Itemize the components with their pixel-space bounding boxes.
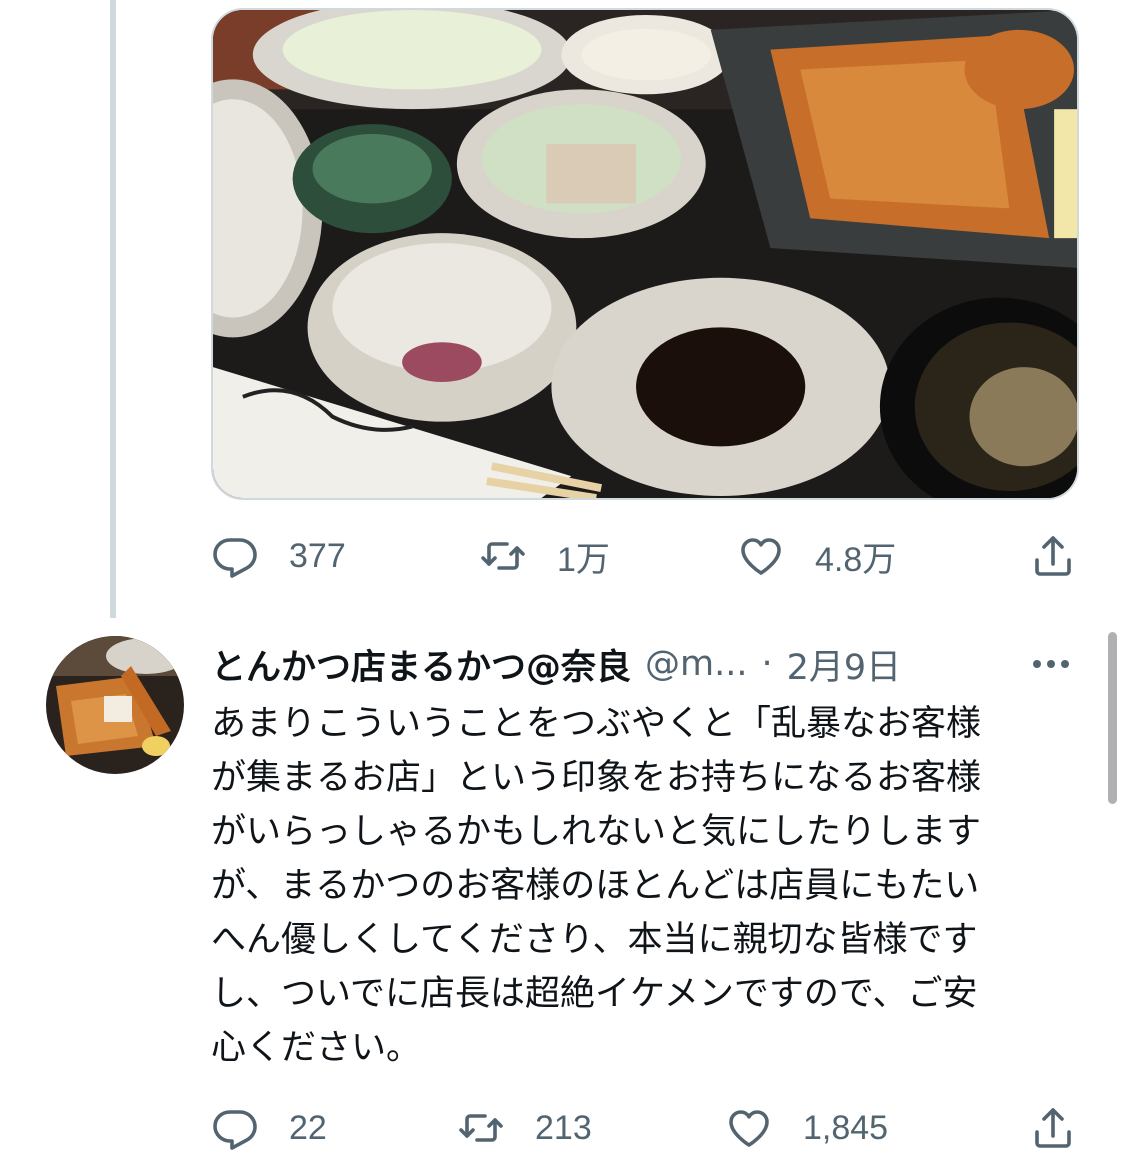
tweet2-header: とんかつ店まるかつ@奈良 @m... · 2月9日 (211, 636, 1079, 692)
like-button[interactable]: 4.8万 (737, 526, 896, 586)
retweet-button[interactable]: 1万 (479, 526, 610, 586)
reply-count: 22 (289, 1108, 327, 1147)
share-button[interactable] (1029, 1098, 1077, 1158)
retweet-icon (457, 1104, 505, 1152)
more-options-button[interactable] (1023, 636, 1079, 692)
tweet-text-line: あまりこういうことをつぶやくと「乱暴なお客様 (211, 704, 982, 744)
tweet-text-line: がいらっしゃるかもしれないと気にしたりします (211, 812, 982, 852)
share-icon (1029, 532, 1077, 580)
user-handle[interactable]: @m... (645, 644, 747, 684)
retweet-count: 1万 (557, 540, 610, 579)
avatar[interactable] (46, 636, 184, 774)
retweet-button[interactable]: 213 (457, 1098, 592, 1158)
reply-icon (211, 532, 259, 580)
tweet-text-line: し、ついでに店長は超絶イケメンですので、ご安 (211, 974, 978, 1014)
reply-count: 377 (289, 536, 346, 575)
scrollbar[interactable] (1108, 632, 1117, 804)
tweet-text-line: 心ください。 (211, 1028, 422, 1068)
tweet-text-line: が集まるお店」という印象をお持ちになるお客様 (211, 758, 982, 798)
reply-button[interactable]: 22 (211, 1098, 327, 1158)
tweet-text: あまりこういうことをつぶやくと「乱暴なお客様 が集まるお店」という印象をお持ちに… (211, 697, 1079, 1075)
share-icon (1029, 1104, 1077, 1152)
more-icon (1033, 660, 1069, 668)
retweet-icon (479, 532, 527, 580)
like-button[interactable]: 1,845 (725, 1098, 888, 1158)
share-button[interactable] (1029, 526, 1077, 586)
heart-icon (737, 532, 785, 580)
avatar-image (46, 636, 184, 774)
tweet-date[interactable]: 2月9日 (787, 639, 902, 690)
retweet-count: 213 (535, 1108, 592, 1147)
reply-button[interactable]: 377 (211, 526, 346, 586)
reply-icon (211, 1104, 259, 1152)
tweet-text-line: が、まるかつのお客様のほとんどは店員にもたい (211, 866, 980, 906)
tweet-text-line: へん優しくしてくださり、本当に親切な皆様です (211, 920, 978, 960)
food-photo-image (213, 10, 1077, 498)
heart-icon (725, 1104, 773, 1152)
tweet1-action-bar: 377 1万 4.8万 (211, 526, 1079, 586)
like-count: 4.8万 (815, 540, 897, 579)
tweet-media-photo[interactable] (211, 8, 1079, 500)
display-name[interactable]: とんかつ店まるかつ@奈良 (211, 639, 631, 690)
separator-dot: · (761, 644, 773, 684)
tweet2-action-bar: 22 213 1,845 (211, 1098, 1079, 1158)
like-count: 1,845 (803, 1108, 889, 1147)
thread-connector-line (110, 0, 116, 618)
